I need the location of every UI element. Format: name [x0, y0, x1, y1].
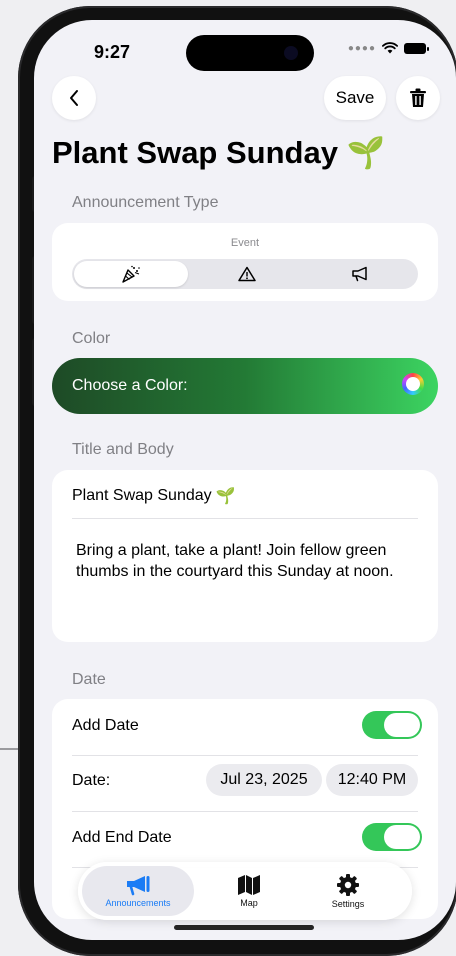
add-date-toggle[interactable]	[362, 711, 422, 739]
add-end-date-toggle[interactable]	[362, 823, 422, 851]
back-button[interactable]	[52, 76, 96, 120]
wifi-icon	[382, 42, 398, 54]
signal-dots-icon: ●●●●	[347, 42, 376, 54]
segment-selected-caption: Event	[230, 237, 260, 249]
add-end-date-label: Add End Date	[72, 829, 172, 846]
body-textarea[interactable]: Bring a plant, take a plant! Join fellow…	[76, 540, 416, 582]
time-picker-button[interactable]: 12:40 PM	[326, 764, 418, 796]
title-field-value: Plant Swap Sunday	[72, 487, 212, 504]
announcement-type-card: Event	[52, 223, 438, 301]
party-popper-icon	[122, 265, 140, 283]
divider	[72, 811, 418, 812]
home-indicator	[174, 925, 314, 930]
divider	[72, 518, 418, 519]
title-body-section-label: Title and Body	[72, 441, 174, 458]
tab-bar: Announcements Map Settings	[78, 862, 412, 920]
status-time: 9:27	[94, 42, 131, 62]
choose-color-label: Choose a Color:	[72, 377, 188, 394]
gear-icon	[337, 874, 359, 896]
status-icons: ●●●●	[347, 42, 429, 54]
color-wheel-icon[interactable]	[402, 373, 424, 395]
megaphone-icon	[127, 876, 150, 896]
chevron-left-icon	[70, 90, 78, 106]
segment-warning[interactable]	[190, 259, 304, 289]
delete-button[interactable]	[396, 76, 440, 120]
sprout-emoji: 🌱	[346, 135, 386, 170]
date-picker-button[interactable]: Jul 23, 2025	[206, 764, 322, 796]
title-body-card: Plant Swap Sunday 🌱 Bring a plant, take …	[52, 470, 438, 642]
tab-settings-label: Settings	[331, 899, 365, 909]
announcement-type-label: Announcement Type	[72, 194, 219, 211]
color-picker-row[interactable]: Choose a Color:	[52, 358, 438, 414]
title-field[interactable]: Plant Swap Sunday 🌱	[72, 486, 236, 506]
tab-announcements[interactable]: Announcements	[82, 866, 194, 916]
tab-announcements-label: Announcements	[105, 898, 171, 908]
segment-event[interactable]	[74, 261, 188, 287]
color-section-label: Color	[72, 330, 111, 347]
page-title-text: Plant Swap Sunday	[52, 135, 338, 170]
announcement-type-segmented-control[interactable]	[72, 259, 418, 289]
megaphone-icon	[352, 266, 367, 282]
date-section-label: Date	[72, 671, 106, 688]
tab-map[interactable]: Map	[221, 866, 277, 916]
warning-triangle-icon	[238, 266, 256, 282]
segment-announcement[interactable]	[304, 259, 418, 289]
dynamic-island	[186, 35, 314, 71]
add-date-label: Add Date	[72, 717, 139, 734]
date-label: Date:	[72, 772, 111, 789]
trash-icon	[410, 88, 426, 107]
app-screen: 9:27 ●●●● Save Plant Swap Sunday 🌱 Annou…	[34, 20, 456, 940]
sprout-emoji: 🌱	[215, 488, 236, 505]
map-icon	[238, 875, 260, 895]
page-title: Plant Swap Sunday 🌱	[52, 134, 385, 171]
save-button[interactable]: Save	[324, 76, 386, 120]
divider	[72, 755, 418, 756]
tab-settings[interactable]: Settings	[312, 866, 384, 916]
tab-map-label: Map	[240, 898, 258, 908]
battery-icon	[404, 42, 429, 54]
